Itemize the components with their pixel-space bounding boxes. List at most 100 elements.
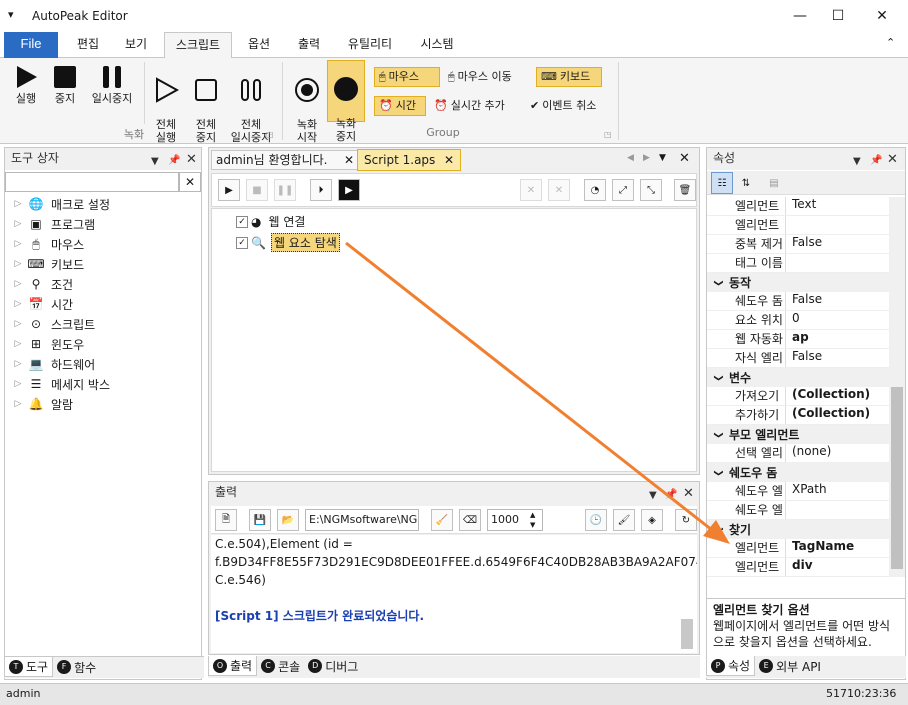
panel-dropdown-icon[interactable]: ▼: [151, 152, 159, 172]
output-new-icon[interactable]: 🗎: [215, 509, 237, 531]
tab-options[interactable]: 옵션: [236, 32, 282, 58]
output-open-folder-icon[interactable]: 📂: [277, 509, 299, 531]
tab-utility[interactable]: 유틸리티: [336, 32, 404, 58]
property-category[interactable]: ❯ 변수: [707, 368, 889, 387]
property-category[interactable]: ❯ 찾기: [707, 520, 889, 539]
tree-item-mouse[interactable]: ▷ 🖱 마우스: [9, 234, 199, 254]
editor-close-icon[interactable]: ✕: [679, 151, 690, 166]
editor-refresh-icon[interactable]: ◔: [584, 179, 606, 201]
property-row[interactable]: 웹 자동화 ap: [707, 330, 889, 349]
stop-all-button[interactable]: 전체 중지: [186, 62, 226, 144]
editor-trash-icon[interactable]: 🗑: [674, 179, 696, 201]
mouse-toggle[interactable]: 🖱 마우스: [374, 67, 440, 87]
toolbox-search-input[interactable]: [5, 172, 179, 192]
tree-item-script[interactable]: ▷ ⊙ 스크립트: [9, 314, 199, 334]
output-count-stepper[interactable]: 1000 ▲ ▼: [487, 509, 543, 531]
tab-external-api[interactable]: E 외부 API: [755, 656, 825, 676]
tab-system[interactable]: 시스템: [408, 32, 466, 58]
property-row[interactable]: 쉐도우 엘 XPath: [707, 482, 889, 501]
record-start-button[interactable]: 녹화 시작: [288, 62, 326, 144]
editor-tab-script[interactable]: Script 1.aps ✕: [357, 149, 461, 171]
property-scrollbar[interactable]: [889, 197, 905, 577]
property-row[interactable]: 선택 엘리 (none): [707, 444, 889, 463]
tab-tools[interactable]: T 도구: [4, 657, 54, 677]
add-realtime-button[interactable]: ⏰ 실시간 추가: [430, 96, 522, 116]
tree-item-alarm[interactable]: ▷ 🔔 알람: [9, 394, 199, 414]
tree-item-hardware[interactable]: ▷ 💻 하드웨어: [9, 354, 199, 374]
editor-stop-icon[interactable]: ■: [246, 179, 268, 201]
collapse-icon[interactable]: ❯: [713, 519, 723, 541]
pin-icon[interactable]: 📌: [870, 151, 882, 171]
property-row[interactable]: 쉐도우 돔 False: [707, 292, 889, 311]
dialog-launcher-icon[interactable]: ◳: [604, 130, 612, 139]
property-row[interactable]: 가져오기 (Collection): [707, 387, 889, 406]
property-row[interactable]: 자식 엘리 False: [707, 349, 889, 368]
keyboard-toggle[interactable]: ⌨ 키보드: [536, 67, 602, 87]
tab-file[interactable]: File: [4, 32, 58, 58]
tab-view[interactable]: 보기: [112, 32, 160, 58]
record-stop-button[interactable]: 녹화 중지: [327, 60, 365, 143]
property-category[interactable]: ❯ 동작: [707, 273, 889, 292]
run-button[interactable]: 실행: [6, 62, 46, 105]
output-clear-icon[interactable]: 🧹: [431, 509, 453, 531]
tree-item-macro-settings[interactable]: ▷ 🌐 매크로 설정: [9, 194, 199, 214]
time-toggle[interactable]: ⏰ 시간: [374, 96, 426, 116]
script-node[interactable]: ✓ ◕ 웹 연결: [236, 213, 305, 230]
tab-debug[interactable]: D 디버그: [304, 656, 362, 676]
dialog-launcher-icon[interactable]: ◳: [266, 130, 274, 139]
tab-close-icon[interactable]: ✕: [344, 151, 354, 169]
editor-delete-all-icon[interactable]: ✕: [548, 179, 570, 201]
tab-edit[interactable]: 편집: [64, 32, 112, 58]
editor-play-icon[interactable]: ▶: [218, 179, 240, 201]
output-path-input[interactable]: E:\NGMsoftware\NG: [305, 509, 419, 531]
property-row[interactable]: 중복 제거 False: [707, 235, 889, 254]
tree-item-program[interactable]: ▷ ▣ 프로그램: [9, 214, 199, 234]
cancel-event-button[interactable]: ✔ 이벤트 취소: [526, 96, 614, 116]
search-clear-icon[interactable]: ✕: [179, 172, 201, 192]
panel-close-icon[interactable]: ✕: [186, 150, 197, 170]
spin-icon[interactable]: ▲ ▼: [530, 510, 535, 530]
output-eraser-icon[interactable]: ⌫: [459, 509, 481, 531]
pin-icon[interactable]: 📌: [665, 485, 677, 505]
property-row[interactable]: 쉐도우 엘: [707, 501, 889, 520]
property-row[interactable]: 엘리먼트 Text: [707, 197, 889, 216]
tab-output[interactable]: 출력: [286, 32, 332, 58]
collapse-icon[interactable]: ❯: [713, 367, 723, 389]
tab-console[interactable]: C 콘솔: [257, 656, 304, 676]
editor-delete-icon[interactable]: ✕: [520, 179, 542, 201]
tab-close-icon[interactable]: ✕: [444, 150, 454, 170]
pin-icon[interactable]: 📌: [168, 151, 180, 171]
property-row[interactable]: 엘리먼트 div: [707, 558, 889, 577]
minimize-button[interactable]: —: [782, 0, 818, 32]
tab-dropdown-icon[interactable]: ▼: [659, 153, 666, 163]
close-button[interactable]: ✕: [864, 0, 900, 32]
panel-close-icon[interactable]: ✕: [887, 150, 898, 170]
output-fill-icon[interactable]: ◈: [641, 509, 663, 531]
scroll-thumb[interactable]: [891, 387, 903, 569]
output-scrollbar[interactable]: [681, 619, 693, 649]
tree-item-time[interactable]: ▷ 📅 시간: [9, 294, 199, 314]
editor-pause-icon[interactable]: ❚❚: [274, 179, 296, 201]
mouse-move-toggle[interactable]: 🖱 마우스 이동: [444, 67, 532, 87]
checkbox[interactable]: ✓: [236, 236, 248, 249]
tab-functions[interactable]: F 함수: [53, 657, 100, 677]
pause-button[interactable]: 일시중지: [84, 62, 140, 105]
categorized-view-icon[interactable]: ☷: [711, 172, 733, 194]
editor-run-selected-icon[interactable]: ▶: [338, 179, 360, 201]
maximize-button[interactable]: ☐: [820, 0, 856, 32]
editor-step-icon[interactable]: ⏵: [310, 179, 332, 201]
output-clock-icon[interactable]: 🕒: [585, 509, 607, 531]
property-row[interactable]: 엘리먼트: [707, 216, 889, 235]
editor-collapse-icon[interactable]: ⤡: [640, 179, 662, 201]
panel-dropdown-icon[interactable]: ▼: [853, 152, 861, 172]
output-brush-icon[interactable]: 🖌: [613, 509, 635, 531]
tree-item-message-box[interactable]: ▷ ☰ 메세지 박스: [9, 374, 199, 394]
property-pages-icon[interactable]: ▤: [763, 172, 785, 194]
output-refresh-icon[interactable]: ↻: [675, 509, 697, 531]
tree-item-condition[interactable]: ▷ ⚲ 조건: [9, 274, 199, 294]
output-save-icon[interactable]: 💾: [249, 509, 271, 531]
checkbox[interactable]: ✓: [236, 215, 248, 228]
tab-scroll-left-icon[interactable]: ◀: [627, 153, 634, 163]
property-category[interactable]: ❯ 부모 엘리먼트: [707, 425, 889, 444]
tab-script[interactable]: 스크립트: [164, 32, 232, 59]
